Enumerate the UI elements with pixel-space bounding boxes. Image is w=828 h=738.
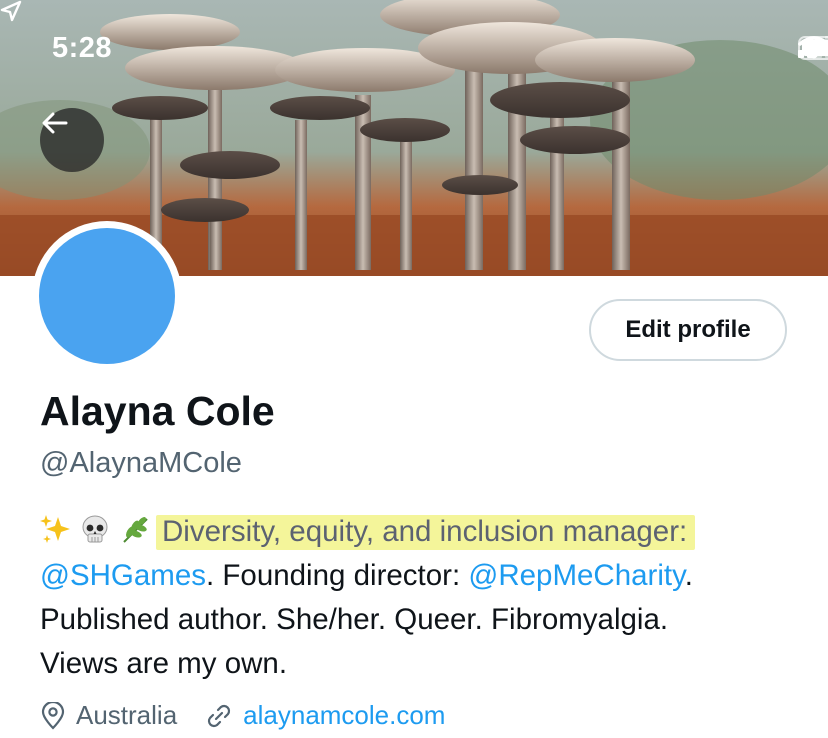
skull-icon [82, 515, 108, 543]
profile-bio: Diversity, equity, and inclusion manager… [40, 510, 800, 686]
location-text: Australia [76, 700, 178, 730]
herb-icon [123, 517, 148, 543]
arrow-left-icon [42, 112, 68, 134]
avatar[interactable] [32, 221, 182, 371]
bio-line-4: Views are my own. [40, 647, 288, 680]
bio-line-2: @SHGames. Founding director: @RepMeChari… [40, 554, 800, 598]
avatar-image [39, 228, 175, 364]
sparkles-icon [40, 515, 70, 543]
location-pin-icon [41, 701, 65, 730]
back-button[interactable] [40, 108, 104, 172]
location-item: Australia [40, 700, 177, 731]
user-handle: @AlaynaMCole [40, 447, 242, 479]
bio-line-3: Published author. She/her. Queer. Fibrom… [40, 603, 669, 636]
bio-text-founding: . Founding director: [206, 559, 469, 592]
location-arrow-icon [0, 0, 22, 22]
edit-profile-button[interactable]: Edit profile [589, 299, 787, 361]
website-item[interactable]: alaynamcole.com [205, 700, 445, 731]
mention-repmecharity-link[interactable]: @RepMeCharity [468, 559, 684, 592]
battery-icon [798, 36, 828, 60]
bio-line-1: Diversity, equity, and inclusion manager… [40, 510, 800, 554]
profile-meta: Australia alaynamcole.com [40, 700, 473, 731]
status-time: 5:28 [52, 32, 113, 64]
mention-shgames-link[interactable]: @SHGames [40, 559, 206, 592]
link-icon [208, 704, 231, 727]
bio-highlighted-text: Diversity, equity, and inclusion manager… [156, 515, 696, 550]
website-link[interactable]: alaynamcole.com [243, 700, 445, 731]
display-name: Alayna Cole [40, 388, 275, 434]
bio-text-period: . [684, 559, 693, 592]
